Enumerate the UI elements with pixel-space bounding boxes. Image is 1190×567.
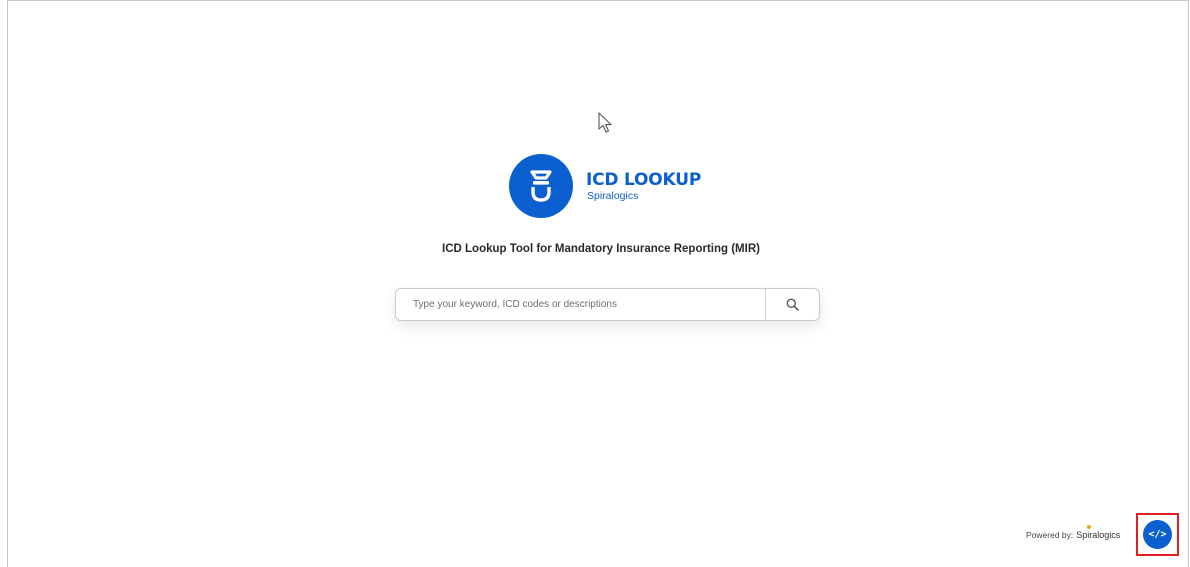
mouse-cursor-icon xyxy=(598,112,612,133)
app-logo: ICD LOOKUP Spiralogics xyxy=(509,153,701,219)
powered-by: Powered by: Spiralogics xyxy=(1026,525,1121,543)
powered-by-brand-text: Spiralogics xyxy=(1076,530,1121,540)
powered-by-brand[interactable]: Spiralogics xyxy=(1076,525,1121,540)
app-title: ICD LOOKUP xyxy=(586,169,702,190)
code-icon: </> xyxy=(1148,529,1167,540)
search-input[interactable] xyxy=(396,289,765,320)
brand-spark-icon xyxy=(1087,525,1092,529)
stethoscope-bell-icon xyxy=(530,170,552,202)
app-company: Spiralogics xyxy=(587,189,639,202)
browser-viewport xyxy=(7,0,1189,567)
embed-code-button[interactable]: </> xyxy=(1143,520,1172,549)
logo-text: ICD LOOKUP Spiralogics xyxy=(586,170,701,203)
search-bar xyxy=(395,288,820,321)
logo-badge xyxy=(509,154,573,218)
search-icon xyxy=(786,298,799,311)
search-button[interactable] xyxy=(765,289,819,320)
powered-by-label: Powered by: xyxy=(1026,530,1074,540)
page-tagline: ICD Lookup Tool for Mandatory Insurance … xyxy=(442,243,760,255)
